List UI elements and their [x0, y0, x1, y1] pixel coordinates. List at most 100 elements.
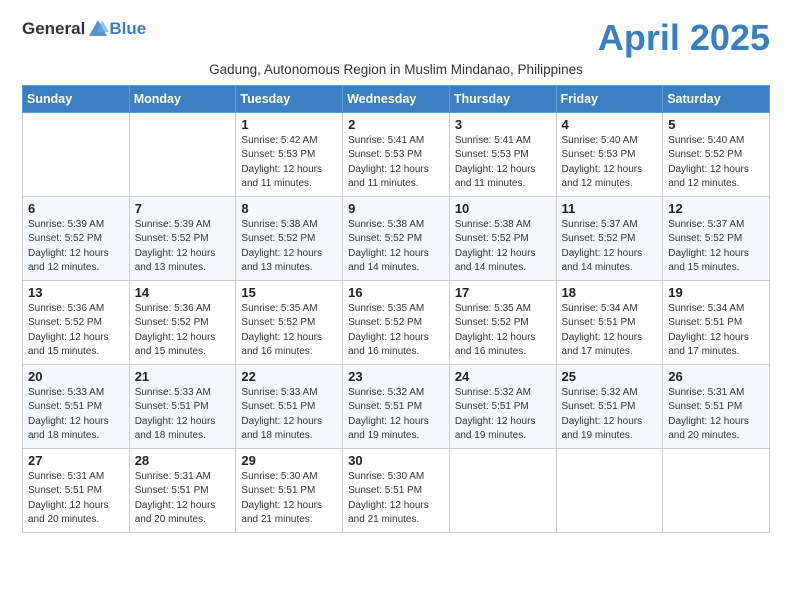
day-number: 5 — [668, 117, 764, 132]
day-info: Sunrise: 5:37 AM Sunset: 5:52 PM Dayligh… — [562, 218, 658, 276]
calendar-cell: 7 Sunrise: 5:39 AM Sunset: 5:52 PM Daylig… — [129, 196, 236, 280]
day-number: 1 — [241, 117, 337, 132]
day-info: Sunrise: 5:40 AM Sunset: 5:52 PM Dayligh… — [668, 134, 764, 192]
day-number: 6 — [28, 201, 124, 216]
calendar-cell: 5 Sunrise: 5:40 AM Sunset: 5:52 PM Daylig… — [663, 112, 770, 196]
day-info: Sunrise: 5:32 AM Sunset: 5:51 PM Dayligh… — [348, 386, 444, 444]
day-number: 4 — [562, 117, 658, 132]
calendar-cell: 26 Sunrise: 5:31 AM Sunset: 5:51 PM Dayli… — [663, 364, 770, 448]
day-number: 30 — [348, 453, 444, 468]
calendar-cell — [556, 448, 663, 532]
day-info: Sunrise: 5:42 AM Sunset: 5:53 PM Dayligh… — [241, 134, 337, 192]
day-info: Sunrise: 5:36 AM Sunset: 5:52 PM Dayligh… — [28, 302, 124, 360]
day-info: Sunrise: 5:30 AM Sunset: 5:51 PM Dayligh… — [241, 470, 337, 528]
day-number: 12 — [668, 201, 764, 216]
calendar-header-sunday: Sunday — [23, 85, 130, 112]
calendar-cell — [23, 112, 130, 196]
day-info: Sunrise: 5:38 AM Sunset: 5:52 PM Dayligh… — [241, 218, 337, 276]
calendar-header-thursday: Thursday — [449, 85, 556, 112]
day-info: Sunrise: 5:41 AM Sunset: 5:53 PM Dayligh… — [455, 134, 551, 192]
day-info: Sunrise: 5:39 AM Sunset: 5:52 PM Dayligh… — [135, 218, 231, 276]
calendar-cell: 23 Sunrise: 5:32 AM Sunset: 5:51 PM Dayli… — [343, 364, 450, 448]
calendar-cell: 11 Sunrise: 5:37 AM Sunset: 5:52 PM Dayli… — [556, 196, 663, 280]
subtitle: Gadung, Autonomous Region in Muslim Mind… — [22, 62, 770, 77]
calendar-cell: 29 Sunrise: 5:30 AM Sunset: 5:51 PM Dayli… — [236, 448, 343, 532]
calendar-cell: 20Sunrise: 5:33 AM Sunset: 5:51 PM Dayli… — [23, 364, 130, 448]
day-number: 26 — [668, 369, 764, 384]
calendar-cell: 18 Sunrise: 5:34 AM Sunset: 5:51 PM Dayli… — [556, 280, 663, 364]
day-number: 2 — [348, 117, 444, 132]
day-info: Sunrise: 5:38 AM Sunset: 5:52 PM Dayligh… — [455, 218, 551, 276]
day-number: 19 — [668, 285, 764, 300]
logo-text-blue: Blue — [109, 19, 146, 39]
calendar-cell: 17 Sunrise: 5:35 AM Sunset: 5:52 PM Dayli… — [449, 280, 556, 364]
day-info: Sunrise: 5:32 AM Sunset: 5:51 PM Dayligh… — [562, 386, 658, 444]
calendar-cell: 13 Sunrise: 5:36 AM Sunset: 5:52 PM Dayli… — [23, 280, 130, 364]
day-info: Sunrise: 5:41 AM Sunset: 5:53 PM Dayligh… — [348, 134, 444, 192]
day-number: 23 — [348, 369, 444, 384]
day-number: 16 — [348, 285, 444, 300]
calendar-cell: 9 Sunrise: 5:38 AM Sunset: 5:52 PM Daylig… — [343, 196, 450, 280]
day-info: Sunrise: 5:34 AM Sunset: 5:51 PM Dayligh… — [668, 302, 764, 360]
logo-text-general: General — [22, 19, 85, 39]
calendar-cell — [129, 112, 236, 196]
day-number: 28 — [135, 453, 231, 468]
page-header: General Blue April 2025 — [22, 18, 770, 58]
day-info: Sunrise: 5:30 AM Sunset: 5:51 PM Dayligh… — [348, 470, 444, 528]
day-info: Sunrise: 5:34 AM Sunset: 5:51 PM Dayligh… — [562, 302, 658, 360]
calendar-cell: 21 Sunrise: 5:33 AM Sunset: 5:51 PM Dayli… — [129, 364, 236, 448]
calendar-week-row: 1 Sunrise: 5:42 AM Sunset: 5:53 PM Daylig… — [23, 112, 770, 196]
day-info: Sunrise: 5:31 AM Sunset: 5:51 PM Dayligh… — [668, 386, 764, 444]
calendar-cell: 22Sunrise: 5:33 AM Sunset: 5:51 PM Dayli… — [236, 364, 343, 448]
day-number: 18 — [562, 285, 658, 300]
day-info: Sunrise: 5:33 AM Sunset: 5:51 PM Dayligh… — [241, 386, 337, 444]
day-number: 20 — [28, 369, 124, 384]
day-info: Sunrise: 5:33 AM Sunset: 5:51 PM Dayligh… — [135, 386, 231, 444]
calendar-cell: 25Sunrise: 5:32 AM Sunset: 5:51 PM Dayli… — [556, 364, 663, 448]
calendar-header-monday: Monday — [129, 85, 236, 112]
day-number: 7 — [135, 201, 231, 216]
calendar-cell: 8Sunrise: 5:38 AM Sunset: 5:52 PM Daylig… — [236, 196, 343, 280]
calendar-cell: 19 Sunrise: 5:34 AM Sunset: 5:51 PM Dayli… — [663, 280, 770, 364]
calendar-cell: 6 Sunrise: 5:39 AM Sunset: 5:52 PM Daylig… — [23, 196, 130, 280]
calendar-cell: 4 Sunrise: 5:40 AM Sunset: 5:53 PM Daylig… — [556, 112, 663, 196]
day-info: Sunrise: 5:35 AM Sunset: 5:52 PM Dayligh… — [455, 302, 551, 360]
day-number: 21 — [135, 369, 231, 384]
day-number: 3 — [455, 117, 551, 132]
calendar-cell: 24Sunrise: 5:32 AM Sunset: 5:51 PM Dayli… — [449, 364, 556, 448]
day-info: Sunrise: 5:35 AM Sunset: 5:52 PM Dayligh… — [241, 302, 337, 360]
calendar-cell: 3 Sunrise: 5:41 AM Sunset: 5:53 PM Daylig… — [449, 112, 556, 196]
day-info: Sunrise: 5:35 AM Sunset: 5:52 PM Dayligh… — [348, 302, 444, 360]
day-info: Sunrise: 5:31 AM Sunset: 5:51 PM Dayligh… — [28, 470, 124, 528]
calendar-cell: 27Sunrise: 5:31 AM Sunset: 5:51 PM Dayli… — [23, 448, 130, 532]
calendar-header-wednesday: Wednesday — [343, 85, 450, 112]
day-number: 17 — [455, 285, 551, 300]
calendar-cell: 28 Sunrise: 5:31 AM Sunset: 5:51 PM Dayli… — [129, 448, 236, 532]
day-number: 14 — [135, 285, 231, 300]
calendar-cell: 1 Sunrise: 5:42 AM Sunset: 5:53 PM Daylig… — [236, 112, 343, 196]
calendar-cell — [449, 448, 556, 532]
month-title: April 2025 — [598, 18, 770, 58]
day-info: Sunrise: 5:37 AM Sunset: 5:52 PM Dayligh… — [668, 218, 764, 276]
day-info: Sunrise: 5:39 AM Sunset: 5:52 PM Dayligh… — [28, 218, 124, 276]
calendar-table: SundayMondayTuesdayWednesdayThursdayFrid… — [22, 85, 770, 533]
calendar-week-row: 13 Sunrise: 5:36 AM Sunset: 5:52 PM Dayli… — [23, 280, 770, 364]
day-info: Sunrise: 5:40 AM Sunset: 5:53 PM Dayligh… — [562, 134, 658, 192]
day-info: Sunrise: 5:38 AM Sunset: 5:52 PM Dayligh… — [348, 218, 444, 276]
calendar-cell: 12 Sunrise: 5:37 AM Sunset: 5:52 PM Dayli… — [663, 196, 770, 280]
day-number: 9 — [348, 201, 444, 216]
calendar-header-saturday: Saturday — [663, 85, 770, 112]
day-number: 13 — [28, 285, 124, 300]
calendar-header-friday: Friday — [556, 85, 663, 112]
calendar-cell: 16 Sunrise: 5:35 AM Sunset: 5:52 PM Dayli… — [343, 280, 450, 364]
day-number: 24 — [455, 369, 551, 384]
day-number: 11 — [562, 201, 658, 216]
logo-icon — [87, 18, 109, 40]
calendar-week-row: 6 Sunrise: 5:39 AM Sunset: 5:52 PM Daylig… — [23, 196, 770, 280]
day-number: 29 — [241, 453, 337, 468]
day-info: Sunrise: 5:31 AM Sunset: 5:51 PM Dayligh… — [135, 470, 231, 528]
calendar-cell: 14 Sunrise: 5:36 AM Sunset: 5:52 PM Dayli… — [129, 280, 236, 364]
day-info: Sunrise: 5:36 AM Sunset: 5:52 PM Dayligh… — [135, 302, 231, 360]
calendar-week-row: 27Sunrise: 5:31 AM Sunset: 5:51 PM Dayli… — [23, 448, 770, 532]
calendar-week-row: 20 Sunrise: 5:33 AM Sunset: 5:51 PM Dayli… — [23, 364, 770, 448]
